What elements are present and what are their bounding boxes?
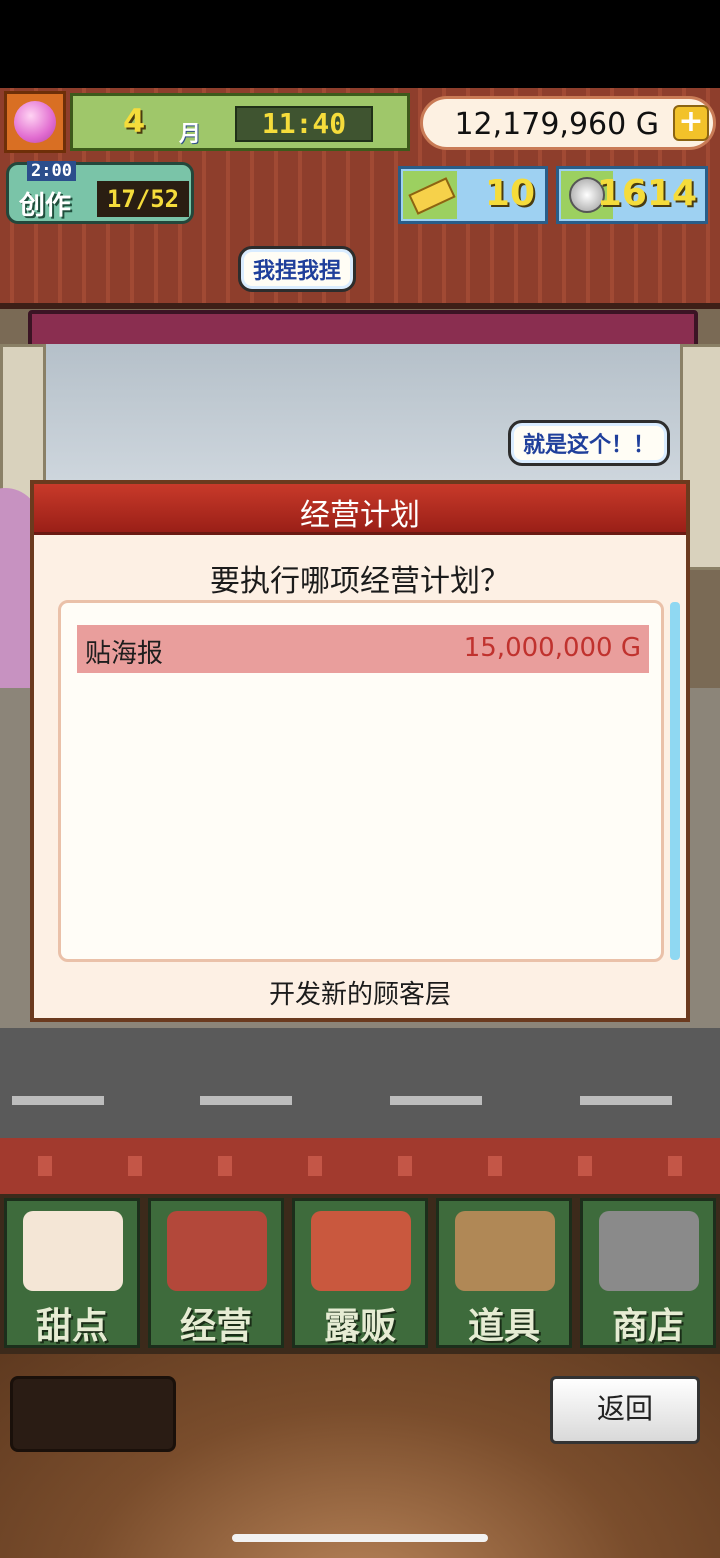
- nav-desserts-button[interactable]: 甜点: [4, 1198, 140, 1348]
- nav-label: 道具: [467, 1306, 540, 1347]
- bottom-nav: 甜点 经营 露贩 道具 商店: [0, 1194, 720, 1354]
- shop-icon: [167, 1211, 267, 1291]
- scrollbar[interactable]: [670, 602, 680, 960]
- plan-price: 15,000,000 G: [463, 633, 641, 663]
- management-plan-dialog: 经营计划 要执行哪项经营计划？ 贴海报 15,000,000 G 开发新的顾客层: [30, 480, 690, 1022]
- road: [0, 1028, 720, 1138]
- cart-icon: [599, 1211, 699, 1291]
- dialog-title: 经营计划: [300, 498, 420, 533]
- plan-list: 贴海报 15,000,000 G: [58, 600, 664, 962]
- plan-description: 开发新的顾客层: [268, 980, 451, 1010]
- home-indicator[interactable]: [232, 1534, 488, 1542]
- bottom-panel: 返回: [0, 1354, 720, 1558]
- time-display: 11:40: [235, 106, 373, 142]
- dialog-question: 要执行哪项经营计划？: [210, 564, 510, 599]
- month-label: 月: [179, 122, 202, 147]
- nav-label: 露贩: [323, 1306, 396, 1347]
- food-truck-icon: [311, 1211, 411, 1291]
- nav-management-button[interactable]: 经营: [148, 1198, 284, 1348]
- ticket-count: 10: [484, 173, 535, 214]
- create-timer: 2:00: [27, 161, 76, 181]
- nav-stall-button[interactable]: 露贩: [292, 1198, 428, 1348]
- speech-bubble: 我捏我捏: [238, 246, 357, 292]
- medal-panel[interactable]: 1614: [556, 166, 708, 224]
- cake-icon: [23, 1211, 123, 1291]
- gold-panel: 12,179,960 G +: [420, 96, 716, 150]
- season-blossom-icon[interactable]: [4, 91, 66, 153]
- nav-items-button[interactable]: 道具: [436, 1198, 572, 1348]
- road-line: [12, 1096, 104, 1105]
- carpet-strip: [0, 1138, 720, 1194]
- add-gold-button[interactable]: +: [673, 105, 709, 141]
- nav-store-button[interactable]: 商店: [580, 1198, 716, 1348]
- date-panel: 4 月 11:40: [70, 93, 410, 151]
- nav-label: 经营: [179, 1306, 252, 1347]
- tools-bag-icon: [455, 1211, 555, 1291]
- nav-label: 商店: [611, 1306, 684, 1347]
- dialog-header: 经营计划: [34, 484, 686, 535]
- empty-slot: [10, 1376, 176, 1452]
- plan-name: 贴海报: [85, 639, 164, 669]
- create-label: 创作: [19, 191, 72, 221]
- create-badge[interactable]: 2:00 创作 17/52: [6, 161, 194, 224]
- road-line: [580, 1096, 672, 1105]
- status-bar: [0, 0, 720, 88]
- back-button[interactable]: 返回: [550, 1376, 700, 1444]
- create-count: 17/52: [97, 181, 189, 217]
- ticket-panel[interactable]: 10: [398, 166, 548, 224]
- medal-count: 1614: [596, 173, 697, 214]
- blossom-icon: [14, 101, 56, 143]
- gold-value: 12,179,960 G: [454, 107, 659, 142]
- road-line: [200, 1096, 292, 1105]
- road-line: [390, 1096, 482, 1105]
- speech-bubble: 就是这个！！: [508, 420, 671, 466]
- plan-item[interactable]: 贴海报 15,000,000 G: [77, 625, 649, 673]
- gold-ticket-icon: [403, 171, 457, 219]
- month-number: 4: [123, 102, 146, 140]
- nav-label: 甜点: [35, 1306, 108, 1347]
